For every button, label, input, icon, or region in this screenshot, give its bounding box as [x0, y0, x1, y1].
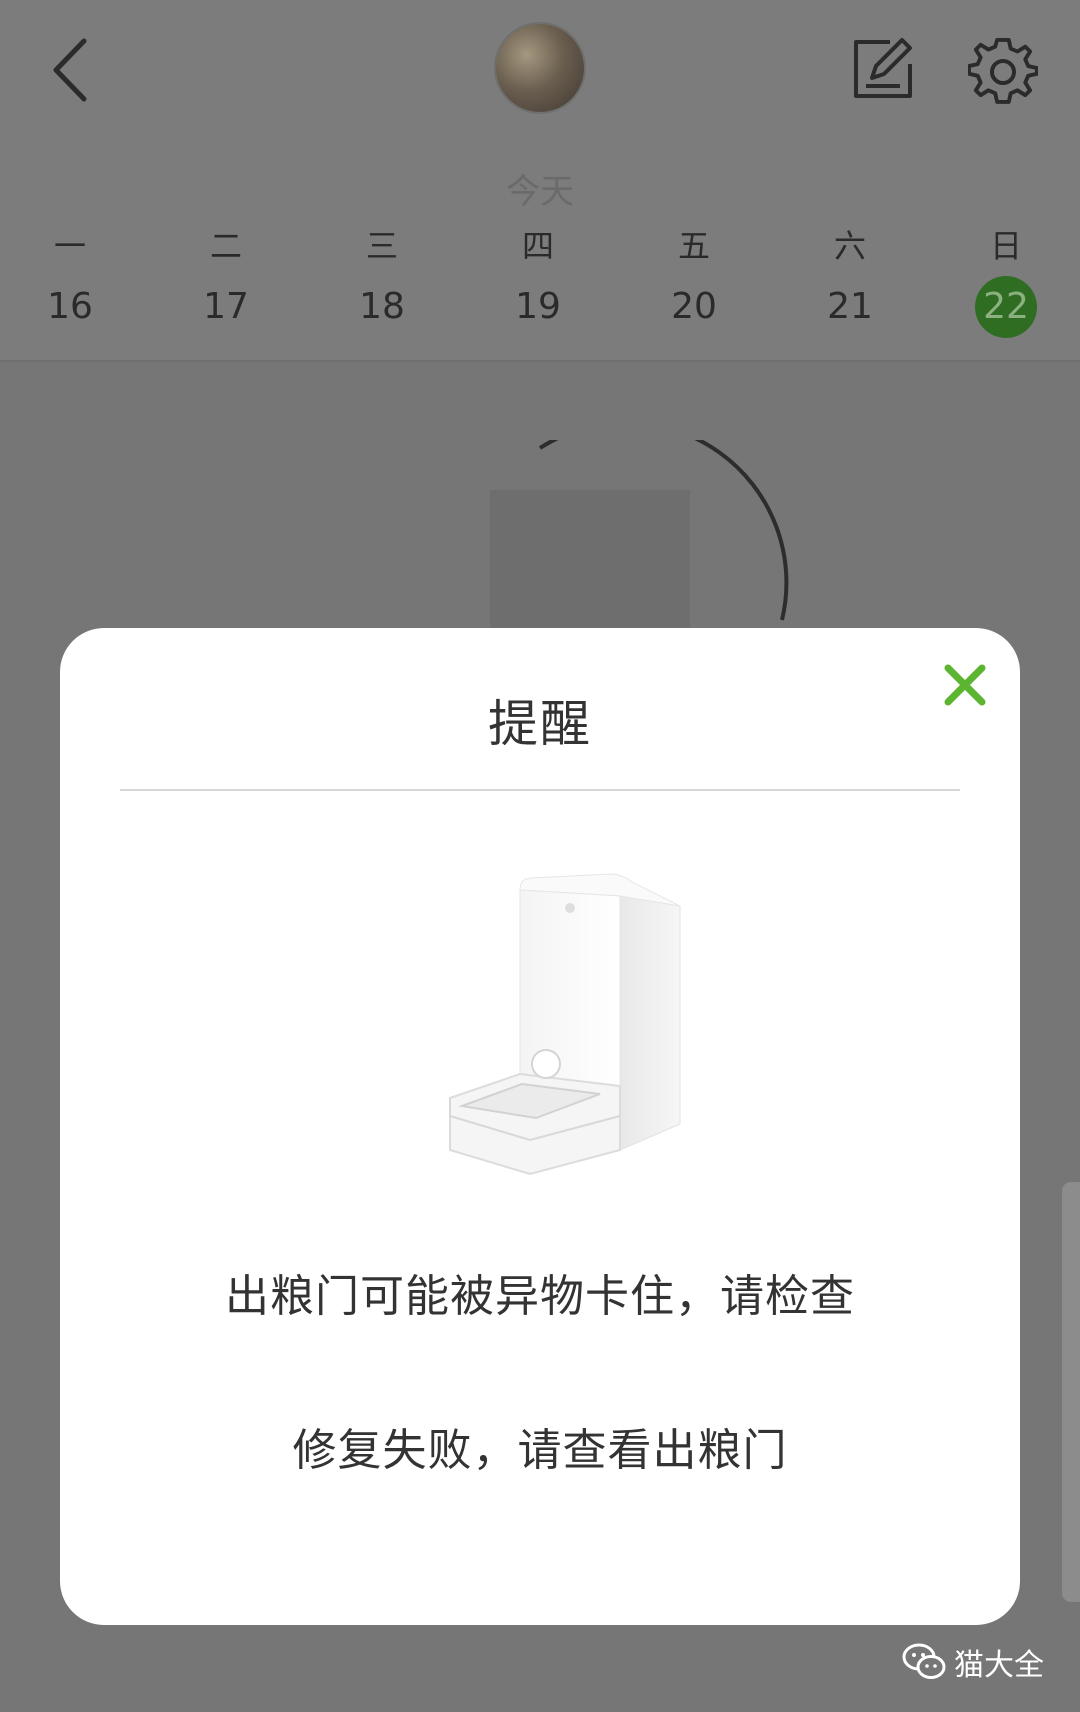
- watermark: 猫大全: [902, 1640, 1044, 1684]
- dialog-divider: [120, 789, 960, 791]
- app-screen: 今天 一 16 二 17 三 18 四 19 五 20 六 21 日 22 提醒…: [0, 0, 1080, 1712]
- scrollbar[interactable]: [1062, 1182, 1080, 1602]
- date-number: 21: [827, 286, 873, 327]
- avatar[interactable]: [496, 24, 584, 112]
- date-number: 19: [515, 286, 561, 327]
- header: 今天 一 16 二 17 三 18 四 19 五 20 六 21 日 22: [0, 0, 1080, 362]
- back-button[interactable]: [40, 30, 100, 110]
- day-wed[interactable]: 三 18: [337, 226, 427, 338]
- weekday-label: 五: [677, 227, 710, 265]
- weekday-label: 六: [833, 227, 866, 265]
- error-message: 出粮门可能被异物卡住，请检查: [225, 1271, 855, 1322]
- settings-button[interactable]: [967, 36, 1039, 106]
- day-fri[interactable]: 五 20: [649, 226, 739, 338]
- date-number: 17: [203, 286, 249, 327]
- watermark-text: 猫大全: [954, 1648, 1044, 1683]
- edit-icon: [854, 38, 912, 98]
- week-strip: 一 16 二 17 三 18 四 19 五 20 六 21 日 22: [0, 226, 1080, 338]
- day-sun-selected[interactable]: 日 22: [961, 226, 1051, 338]
- weekday-label: 二: [209, 227, 242, 265]
- weekday-label: 四: [521, 227, 554, 265]
- wechat-icon: [902, 1643, 946, 1679]
- alert-dialog: 提醒 出粮门可能被异物卡住，请检查 修复失败，请查看出粮门: [60, 628, 1020, 1625]
- day-sat[interactable]: 六 21: [805, 226, 895, 338]
- day-thu[interactable]: 四 19: [493, 226, 583, 338]
- chevron-left-icon: [53, 38, 87, 102]
- weekday-label: 一: [53, 227, 86, 265]
- gear-icon: [967, 37, 1039, 104]
- date-number: 16: [47, 286, 93, 327]
- day-mon[interactable]: 一 16: [25, 226, 115, 338]
- close-icon: [944, 664, 986, 706]
- date-number: 20: [671, 286, 717, 327]
- edit-button[interactable]: [850, 36, 916, 102]
- repair-failed-message: 修复失败，请查看出粮门: [292, 1425, 788, 1476]
- close-button[interactable]: [938, 658, 992, 712]
- pet-feeder-image: [449, 873, 681, 1176]
- date-number: 22: [975, 276, 1037, 338]
- dialog-title: 提醒: [488, 695, 592, 753]
- today-label: 今天: [506, 172, 574, 212]
- date-number: 18: [359, 286, 405, 327]
- day-tue[interactable]: 二 17: [181, 226, 271, 338]
- weekday-label: 日: [989, 227, 1022, 265]
- weekday-label: 三: [365, 227, 398, 265]
